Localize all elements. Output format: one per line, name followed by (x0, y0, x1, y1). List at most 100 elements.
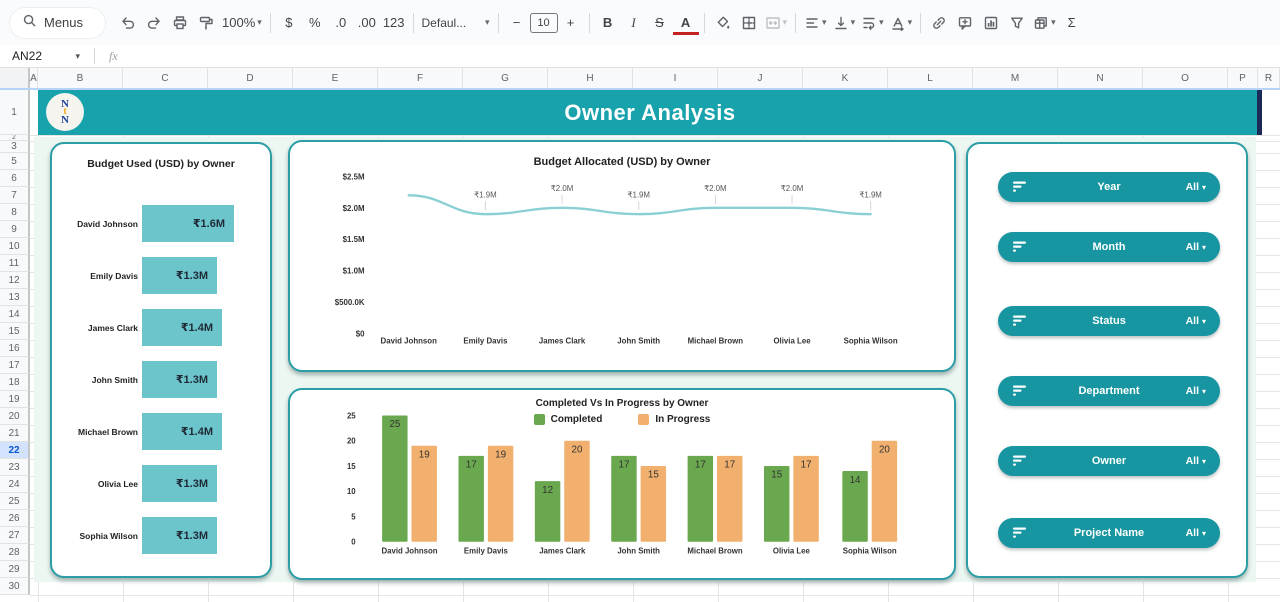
filter-pill-month[interactable]: MonthAll▾ (998, 232, 1220, 262)
text-wrap-icon[interactable]: ▾ (858, 10, 887, 36)
name-box[interactable]: AN22 ▾ (0, 49, 88, 63)
undo-icon (120, 15, 136, 31)
row-header-13[interactable]: 13 (0, 289, 30, 306)
column-header-K[interactable]: K (803, 68, 888, 88)
row-header-12[interactable]: 12 (0, 272, 30, 289)
column-header-N[interactable]: N (1058, 68, 1143, 88)
row-header-28[interactable]: 28 (0, 544, 30, 561)
decrease-decimals-button[interactable]: .0 (328, 10, 354, 36)
row-header-15[interactable]: 15 (0, 323, 30, 340)
column-header-B[interactable]: B (38, 68, 123, 88)
filter-pill-project-name[interactable]: Project NameAll▾ (998, 518, 1220, 548)
italic-button[interactable]: I (621, 10, 647, 36)
column-header-E[interactable]: E (293, 68, 378, 88)
filter-value-dropdown[interactable]: All▾ (1186, 232, 1206, 262)
paint-format-icon[interactable] (193, 10, 219, 36)
filter-pill-status[interactable]: StatusAll▾ (998, 306, 1220, 336)
sheet-views-icon[interactable]: ▾ (1030, 10, 1059, 36)
print-icon[interactable] (167, 10, 193, 36)
row-header-27[interactable]: 27 (0, 527, 30, 544)
paint-icon (198, 15, 214, 31)
row-header-3[interactable]: 3 (0, 141, 30, 153)
text-rotation-icon[interactable]: ▾ (887, 10, 916, 36)
filter-pill-department[interactable]: DepartmentAll▾ (998, 376, 1220, 406)
row-header-14[interactable]: 14 (0, 306, 30, 323)
fill-color-icon[interactable] (710, 10, 736, 36)
insert-chart-icon[interactable] (978, 10, 1004, 36)
undo-icon[interactable] (115, 10, 141, 36)
row-header-29[interactable]: 29 (0, 561, 30, 578)
format-percent-button[interactable]: % (302, 10, 328, 36)
column-header-J[interactable]: J (718, 68, 803, 88)
column-header-O[interactable]: O (1143, 68, 1228, 88)
filter-pill-owner[interactable]: OwnerAll▾ (998, 446, 1220, 476)
column-header-I[interactable]: I (633, 68, 718, 88)
row-header-8[interactable]: 8 (0, 204, 30, 221)
filter-value-dropdown[interactable]: All▾ (1186, 172, 1206, 202)
column-header-C[interactable]: C (123, 68, 208, 88)
column-header-R[interactable]: R (1258, 68, 1280, 88)
font-family-button[interactable]: Defaul...▾ (419, 10, 493, 36)
vertical-align-icon[interactable]: ▾ (830, 10, 859, 36)
increase-decimals-button[interactable]: .00 (354, 10, 380, 36)
text-color-button[interactable]: A (673, 13, 699, 35)
row-header-18[interactable]: 18 (0, 374, 30, 391)
column-header-F[interactable]: F (378, 68, 463, 88)
sheet-grid[interactable]: 1235678910111213141516171819202122232425… (0, 90, 1280, 602)
svg-text:19: 19 (495, 450, 506, 461)
font-size-button[interactable]: 10 (530, 13, 558, 33)
format-currency-button[interactable]: $ (276, 10, 302, 36)
filter-value-dropdown[interactable]: All▾ (1186, 518, 1206, 548)
column-header-A[interactable]: A (30, 68, 38, 88)
increase-font-size-button[interactable]: + (558, 10, 584, 36)
svg-text:20: 20 (347, 437, 356, 446)
insert-comment-icon[interactable] (952, 10, 978, 36)
row-header-21[interactable]: 21 (0, 425, 30, 442)
column-header-G[interactable]: G (463, 68, 548, 88)
row-header-23[interactable]: 23 (0, 459, 30, 476)
column-header-H[interactable]: H (548, 68, 633, 88)
row-header-5[interactable]: 5 (0, 153, 30, 170)
column-header-L[interactable]: L (888, 68, 973, 88)
row-header-1[interactable]: 1 (0, 90, 30, 135)
budget-used-chart[interactable]: Budget Used (USD) by Owner David Johnson… (50, 142, 272, 578)
insert-link-icon[interactable] (926, 10, 952, 36)
row-header-7[interactable]: 7 (0, 187, 30, 204)
budget-allocated-chart[interactable]: Budget Allocated (USD) by Owner $2.5M$2.… (288, 140, 956, 372)
filter-pill-year[interactable]: YearAll▾ (998, 172, 1220, 202)
column-header-D[interactable]: D (208, 68, 293, 88)
row-header-9[interactable]: 9 (0, 221, 30, 238)
redo-icon[interactable] (141, 10, 167, 36)
more-formats-button[interactable]: 123 (380, 10, 408, 36)
owner-label: John Smith (58, 361, 138, 398)
column-header-P[interactable]: P (1228, 68, 1258, 88)
row-header-10[interactable]: 10 (0, 238, 30, 255)
row-header-30[interactable]: 30 (0, 578, 30, 595)
column-header-M[interactable]: M (973, 68, 1058, 88)
row-header-20[interactable]: 20 (0, 408, 30, 425)
zoom-select-button[interactable]: 100%▾ (219, 10, 265, 36)
horizontal-align-icon[interactable]: ▾ (801, 10, 830, 36)
row-header-6[interactable]: 6 (0, 170, 30, 187)
strikethrough-button[interactable]: S (647, 10, 673, 36)
row-header-17[interactable]: 17 (0, 357, 30, 374)
decrease-font-size-button[interactable]: − (504, 10, 530, 36)
create-filter-icon[interactable] (1004, 10, 1030, 36)
filter-value-dropdown[interactable]: All▾ (1186, 376, 1206, 406)
row-header-19[interactable]: 19 (0, 391, 30, 408)
completed-inprogress-chart[interactable]: Completed Vs In Progress by Owner Comple… (288, 388, 956, 580)
filter-value-dropdown[interactable]: All▾ (1186, 446, 1206, 476)
row-header-26[interactable]: 26 (0, 510, 30, 527)
row-header-22[interactable]: 22 (0, 442, 30, 459)
bold-button[interactable]: B (595, 10, 621, 36)
row-header-11[interactable]: 11 (0, 255, 30, 272)
chevron-down-icon: ▾ (1202, 243, 1206, 252)
borders-icon[interactable] (736, 10, 762, 36)
row-header-16[interactable]: 16 (0, 340, 30, 357)
menus-button[interactable]: Menus (10, 8, 105, 38)
row-header-25[interactable]: 25 (0, 493, 30, 510)
functions-button[interactable]: Σ (1059, 10, 1085, 36)
select-all-corner[interactable] (0, 68, 30, 88)
filter-value-dropdown[interactable]: All▾ (1186, 306, 1206, 336)
row-header-24[interactable]: 24 (0, 476, 30, 493)
